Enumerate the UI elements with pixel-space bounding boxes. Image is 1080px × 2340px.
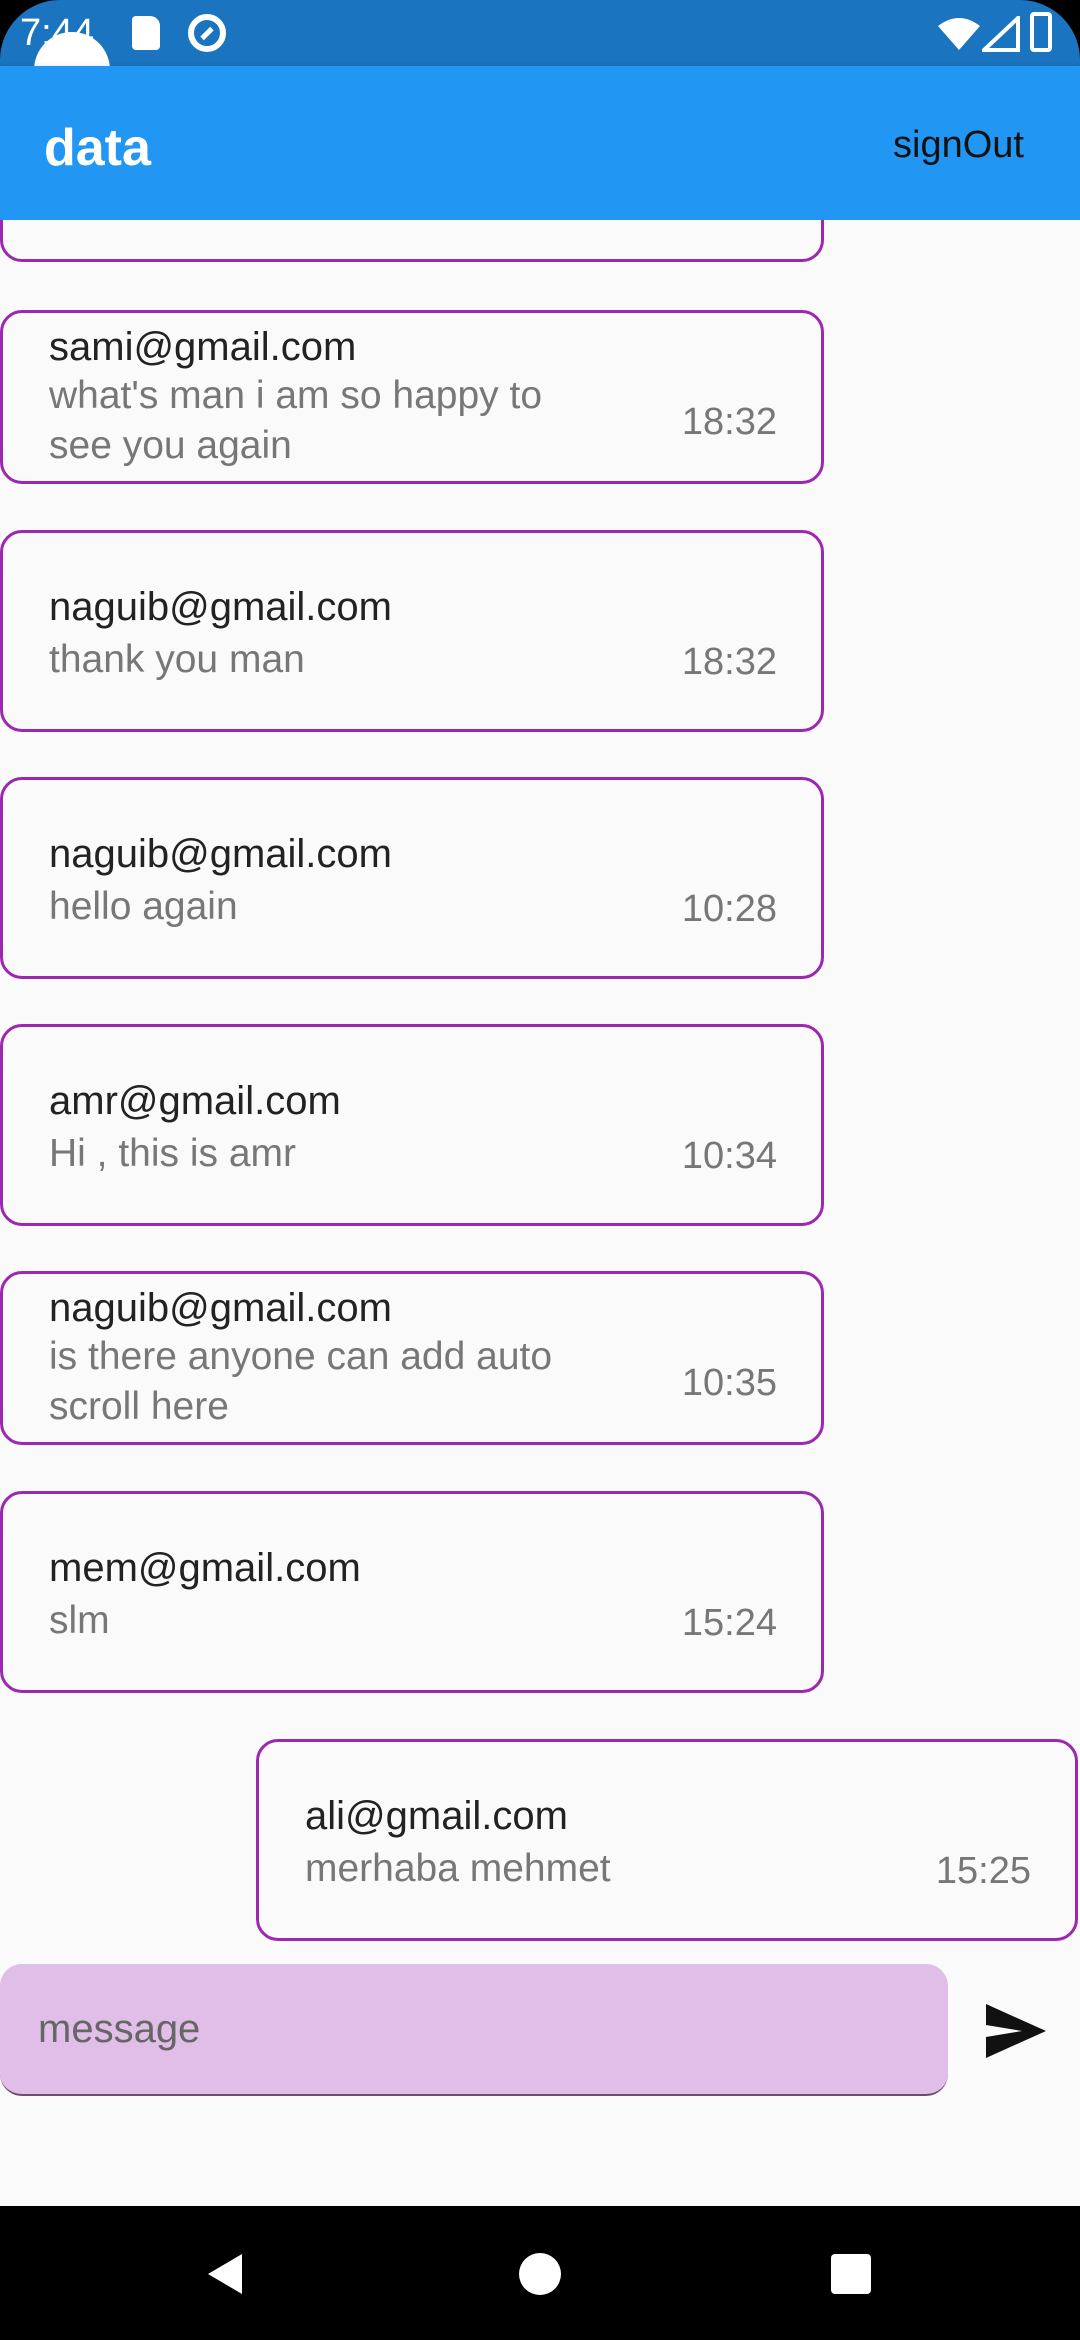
message-text: thank you man — [49, 638, 305, 681]
back-icon — [208, 2254, 242, 2294]
message-bubble: naguib@gmail.com thank you man 18:32 — [0, 530, 824, 732]
sign-out-button[interactable]: signOut — [893, 124, 1024, 167]
message-bubble: mem@gmail.com slm 15:24 — [0, 1491, 824, 1693]
message-sender: ali@gmail.com — [305, 1794, 568, 1838]
message-time: 18:32 — [681, 401, 777, 443]
wifi-icon — [938, 18, 980, 50]
message-time: 15:25 — [935, 1850, 1031, 1892]
recents-button[interactable] — [775, 2206, 925, 2340]
recents-icon — [831, 2254, 871, 2294]
system-nav-bar — [0, 2206, 1080, 2340]
message-time: 10:35 — [681, 1362, 777, 1404]
phone-screen: 7:44 data signOut sami@gmail.com what's … — [0, 0, 1080, 2340]
app-bar: data signOut — [0, 66, 1080, 220]
message-text: slm — [49, 1599, 110, 1642]
signal-icon — [982, 16, 1020, 52]
message-bubble: naguib@gmail.com is there anyone can add… — [0, 1271, 824, 1445]
message-text: Hi , this is amr — [49, 1132, 297, 1175]
send-button[interactable] — [976, 1996, 1056, 2066]
message-time: 10:34 — [681, 1135, 777, 1177]
message-time: 10:28 — [681, 888, 777, 930]
message-bubble: amr@gmail.com Hi , this is amr 10:34 — [0, 1024, 824, 1226]
message-bubble: sami@gmail.com what's man i am so happy … — [0, 310, 824, 484]
back-button[interactable] — [150, 2206, 300, 2340]
message-text: merhaba mehmet — [305, 1847, 611, 1890]
message-input-container[interactable] — [0, 1964, 948, 2096]
battery-icon — [1030, 12, 1052, 52]
message-bubble-own: ali@gmail.com merhaba mehmet 15:25 — [256, 1739, 1078, 1941]
message-time: 15:24 — [681, 1602, 777, 1644]
do-not-disturb-icon — [188, 14, 226, 52]
message-sender: naguib@gmail.com — [49, 585, 392, 629]
message-bubble-partial — [0, 220, 824, 262]
message-sender: mem@gmail.com — [49, 1546, 361, 1590]
message-time: 18:32 — [681, 641, 777, 683]
home-icon — [519, 2253, 561, 2295]
send-icon — [986, 2004, 1046, 2058]
chat-area[interactable]: sami@gmail.com what's man i am so happy … — [0, 220, 1080, 2206]
home-button[interactable] — [465, 2206, 615, 2340]
page-title: data — [44, 119, 151, 177]
message-sender: sami@gmail.com — [49, 325, 357, 369]
message-bubble: naguib@gmail.com hello again 10:28 — [0, 777, 824, 979]
message-sender: naguib@gmail.com — [49, 832, 392, 876]
sd-card-icon — [132, 16, 160, 50]
message-text: is there anyone can add auto scroll here — [49, 1335, 553, 1428]
message-text: what's man i am so happy to see you agai… — [49, 374, 543, 467]
message-sender: amr@gmail.com — [49, 1079, 341, 1123]
message-sender: naguib@gmail.com — [49, 1286, 392, 1330]
status-bar: 7:44 — [0, 0, 1080, 66]
message-text: hello again — [49, 885, 238, 928]
message-input[interactable] — [38, 1994, 898, 2064]
